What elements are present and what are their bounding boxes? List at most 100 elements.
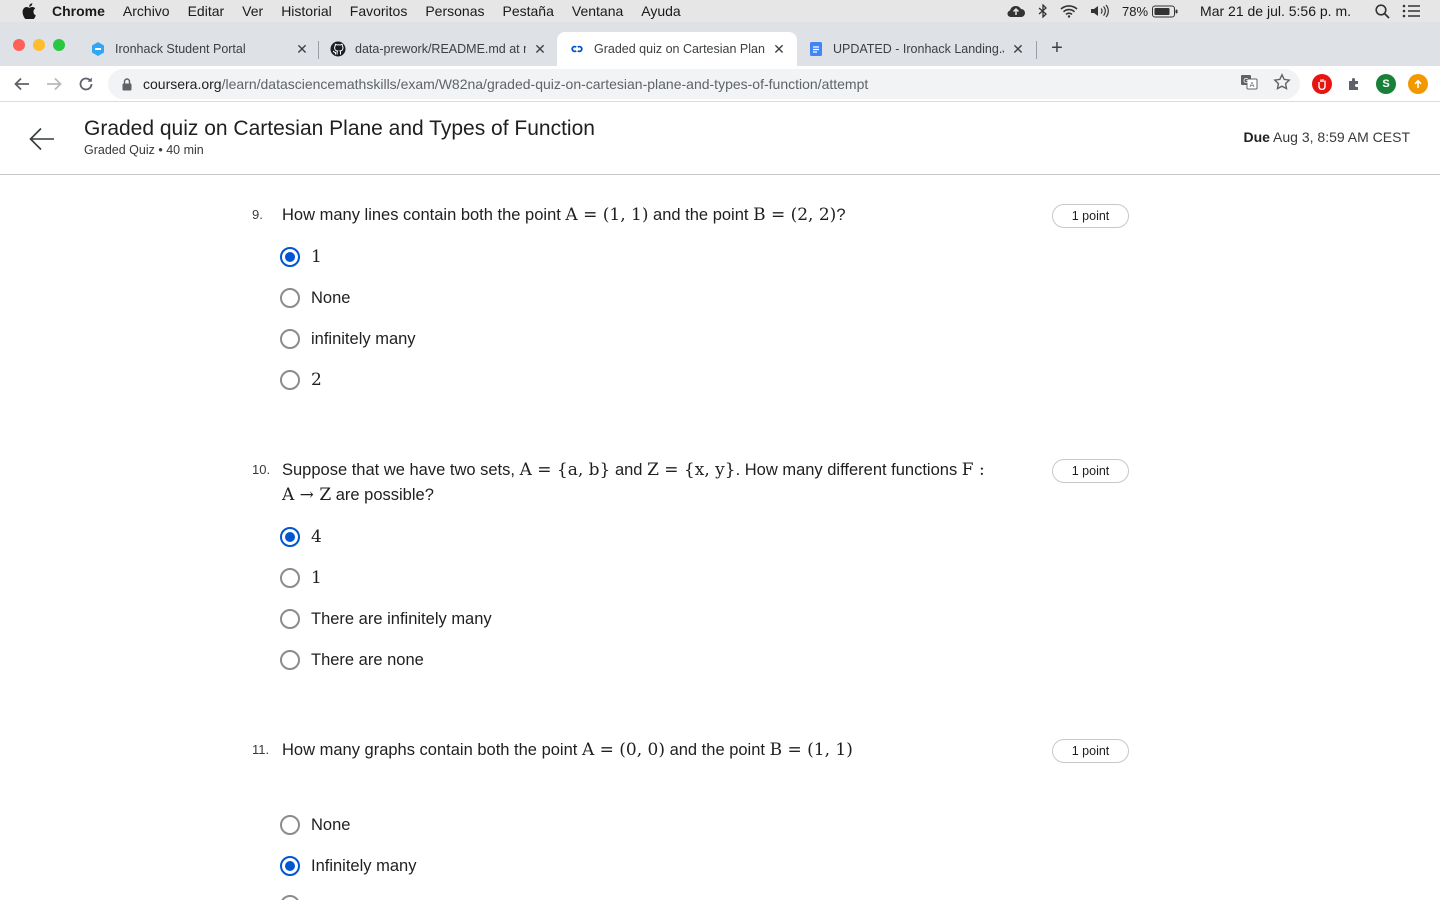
url-host: coursera.org	[143, 76, 222, 92]
question-text: How many lines contain both the point A …	[282, 203, 1002, 228]
math-expression: B = (1, 1)	[769, 740, 853, 760]
wifi-icon[interactable]	[1060, 4, 1078, 18]
question-text-part: Suppose that we have two sets,	[282, 461, 520, 479]
browser-toolbar: coursera.org/learn/datasciencemathskills…	[0, 66, 1440, 102]
tab-graded-quiz[interactable]: Graded quiz on Cartesian Plane ✕	[557, 32, 797, 66]
question-text-part: and	[610, 461, 648, 479]
menu-editar[interactable]: Editar	[188, 3, 225, 19]
tab-ironhack-landing[interactable]: UPDATED - Ironhack Landing.Ju ✕	[796, 32, 1036, 66]
tab-title: Ironhack Student Portal	[115, 42, 246, 56]
answer-option[interactable]: infinitely many	[280, 327, 416, 351]
option-label: 4	[311, 527, 322, 547]
battery-icon[interactable]	[1152, 5, 1178, 18]
menu-ver[interactable]: Ver	[242, 3, 263, 19]
minimize-window-button[interactable]	[33, 39, 45, 51]
maximize-window-button[interactable]	[53, 39, 65, 51]
update-available-icon[interactable]	[1408, 74, 1428, 94]
option-label: None	[311, 815, 351, 834]
math-expression: A = (0, 0)	[581, 740, 665, 760]
menu-personas[interactable]: Personas	[425, 3, 484, 19]
radio-button[interactable]	[280, 568, 300, 588]
radio-button[interactable]	[280, 815, 300, 835]
translate-icon[interactable]: GA	[1240, 73, 1258, 91]
menu-chrome[interactable]: Chrome	[52, 3, 105, 19]
question-11: 11. How many graphs contain both the poi…	[252, 738, 1132, 900]
new-tab-button[interactable]: +	[1046, 37, 1068, 59]
menu-ayuda[interactable]: Ayuda	[641, 3, 680, 19]
math-expression: A → Z	[282, 485, 332, 505]
github-icon	[330, 41, 346, 57]
question-number: 9.	[252, 207, 263, 222]
tab-title: data-prework/README.md at m	[355, 42, 526, 56]
answer-option[interactable]: 2	[280, 368, 322, 392]
radio-button-selected[interactable]	[280, 856, 300, 876]
quiz-header: Graded quiz on Cartesian Plane and Types…	[0, 102, 1440, 175]
radio-button[interactable]	[280, 895, 300, 900]
math-expression: Z = {x, y}	[647, 460, 736, 480]
apple-icon[interactable]	[20, 3, 38, 19]
bookmark-star-icon[interactable]	[1273, 73, 1291, 91]
points-badge: 1 point	[1052, 204, 1129, 228]
option-label: 1	[311, 247, 322, 267]
forward-arrow-icon[interactable]	[42, 72, 66, 96]
address-bar[interactable]: coursera.org/learn/datasciencemathskills…	[108, 69, 1300, 99]
radio-button[interactable]	[280, 329, 300, 349]
close-tab-icon[interactable]: ✕	[294, 41, 310, 57]
svg-text:G: G	[1243, 77, 1248, 85]
menu-ventana[interactable]: Ventana	[572, 3, 623, 19]
answer-option[interactable]: 1	[280, 566, 322, 590]
control-center-list-icon[interactable]	[1402, 4, 1420, 18]
answer-option[interactable]: None	[280, 286, 350, 310]
radio-button[interactable]	[280, 370, 300, 390]
adblock-extension-icon[interactable]	[1312, 74, 1332, 94]
tab-title: UPDATED - Ironhack Landing.Ju	[833, 42, 1004, 56]
back-arrow-icon[interactable]	[10, 72, 34, 96]
profile-avatar[interactable]: S	[1376, 74, 1396, 94]
question-text: Suppose that we have two sets, A = {a, b…	[282, 458, 1002, 508]
menu-archivo[interactable]: Archivo	[123, 3, 170, 19]
menubar-clock[interactable]: Mar 21 de jul. 5:56 p. m.	[1200, 3, 1351, 19]
close-tab-icon[interactable]: ✕	[532, 41, 548, 57]
answer-option[interactable]: 4	[280, 525, 322, 549]
close-window-button[interactable]	[13, 39, 25, 51]
answer-option[interactable]: None	[280, 813, 350, 837]
bluetooth-icon[interactable]	[1038, 4, 1048, 18]
menu-favoritos[interactable]: Favoritos	[350, 3, 408, 19]
cloud-upload-icon[interactable]	[1006, 4, 1026, 18]
menu-pestana[interactable]: Pestaña	[503, 3, 554, 19]
back-arrow-icon[interactable]	[28, 125, 56, 153]
question-text-part: are possible?	[331, 486, 434, 504]
svg-text:A: A	[1250, 81, 1255, 89]
answer-option[interactable]: There are none	[280, 648, 424, 672]
tab-ironhack-portal[interactable]: Ironhack Student Portal ✕	[78, 32, 320, 66]
macos-menu-bar: Chrome Archivo Editar Ver Historial Favo…	[0, 0, 1440, 22]
radio-button-selected[interactable]	[280, 527, 300, 547]
lock-icon[interactable]	[120, 77, 134, 91]
ironhack-icon	[90, 41, 106, 57]
reload-icon[interactable]	[74, 72, 98, 96]
answer-option[interactable]: 1	[280, 245, 322, 269]
volume-icon[interactable]	[1090, 4, 1110, 18]
option-label: 1	[311, 568, 322, 588]
answer-option[interactable]: There are infinitely many	[280, 607, 492, 631]
question-text-part: How many graphs contain both the point	[282, 741, 582, 759]
spotlight-search-icon[interactable]	[1375, 3, 1390, 19]
radio-button[interactable]	[280, 650, 300, 670]
extensions-puzzle-icon[interactable]	[1344, 74, 1364, 94]
question-text-part: . How many different functions	[735, 461, 962, 479]
close-tab-icon[interactable]: ✕	[1010, 41, 1026, 57]
answer-option[interactable]: Infinitely many	[280, 854, 416, 878]
tab-github-readme[interactable]: data-prework/README.md at m ✕	[318, 32, 558, 66]
option-label: infinitely many	[311, 329, 416, 348]
page-title: Graded quiz on Cartesian Plane and Types…	[84, 117, 595, 140]
menu-historial[interactable]: Historial	[281, 3, 332, 19]
url-path: /learn/datasciencemathskills/exam/W82na/…	[221, 76, 869, 92]
radio-button[interactable]	[280, 609, 300, 629]
radio-button[interactable]	[280, 288, 300, 308]
radio-button-selected[interactable]	[280, 247, 300, 267]
close-tab-icon[interactable]: ✕	[771, 41, 787, 57]
due-label: Due	[1243, 129, 1270, 145]
answer-option[interactable]	[280, 893, 300, 900]
battery-percent: 78%	[1122, 3, 1149, 19]
due-value: Aug 3, 8:59 AM CEST	[1269, 129, 1410, 145]
